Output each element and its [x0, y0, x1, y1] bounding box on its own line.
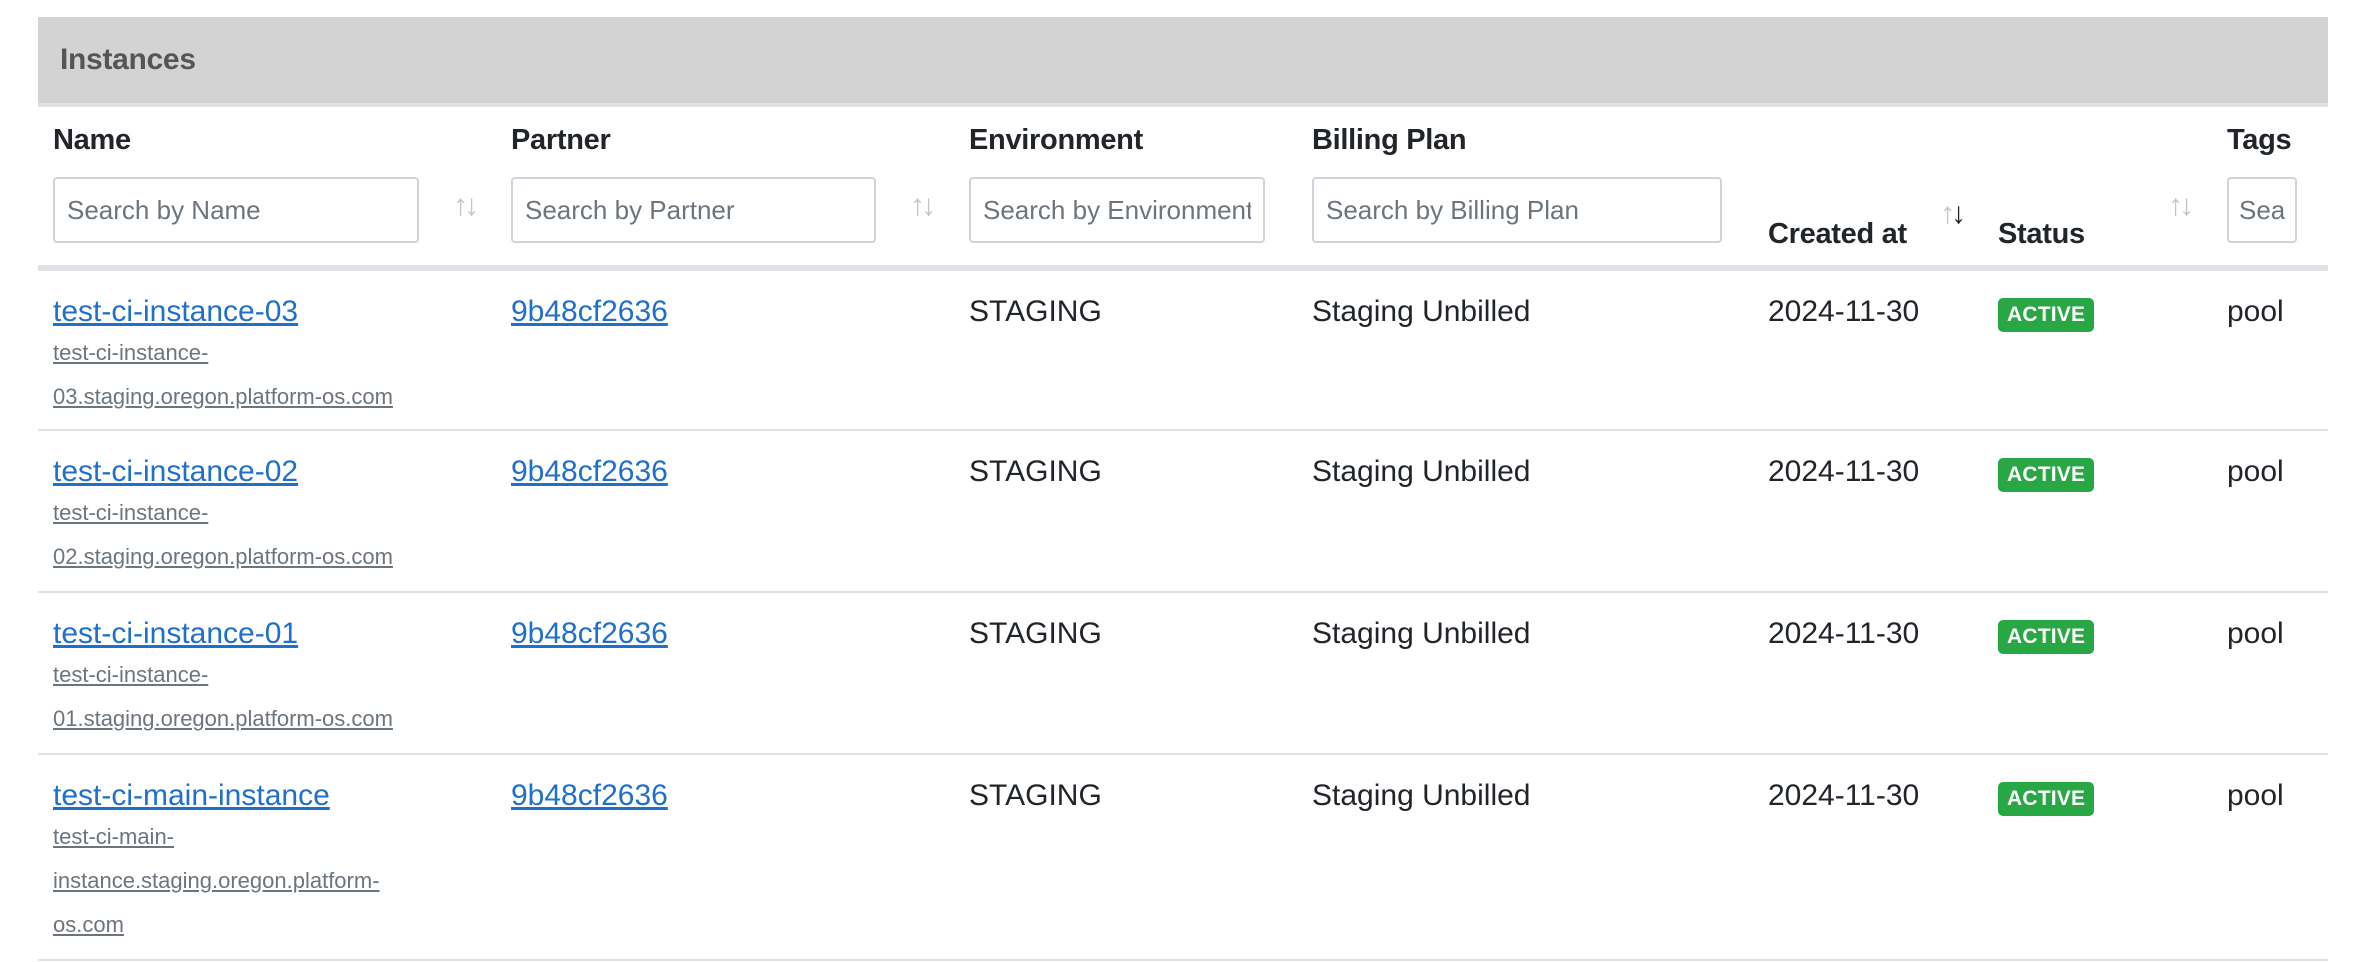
instance-name-link[interactable]: test-ci-instance-02	[53, 455, 298, 488]
column-label-partner: Partner	[511, 124, 611, 156]
table-row: test-ci-instance-01 test-ci-instance- 01.…	[38, 592, 2328, 755]
partner-link[interactable]: 9b48cf2636	[511, 779, 668, 812]
column-label-created-at[interactable]: Created at	[1768, 218, 1907, 251]
column-billing-plan: Billing Plan	[1297, 107, 1753, 271]
host-part: instance.staging.oregon.platform-	[53, 868, 380, 893]
sort-name-button[interactable]: ↑↓	[453, 189, 479, 222]
sort-up-icon: ↑	[910, 189, 925, 222]
column-label-status[interactable]: Status	[1998, 218, 2085, 251]
table-row: test-ci-main-instance test-ci-main-insta…	[38, 754, 2328, 961]
sort-partner-button[interactable]: ↑↓	[910, 189, 936, 222]
table-row: test-ci-instance-03 test-ci-instance- 03.…	[38, 268, 2328, 431]
column-label-environment: Environment	[969, 124, 1143, 156]
cell-partner: 9b48cf2636	[496, 592, 954, 755]
partner-link[interactable]: 9b48cf2636	[511, 295, 668, 328]
host-part: 01.staging.oregon.platform-os.com	[53, 706, 393, 731]
cell-billing-plan: Staging Unbilled	[1297, 268, 1753, 431]
sort-up-icon: ↑	[453, 189, 468, 222]
cell-partner: 9b48cf2636	[496, 268, 954, 431]
cell-environment: STAGING	[954, 430, 1297, 593]
search-partner-input[interactable]	[511, 177, 876, 243]
instances-table: Name ↑↓ Partner ↑↓ Environment Billing P…	[38, 107, 2328, 961]
instance-host-link[interactable]: test-ci-main-instance.staging.oregon.pla…	[53, 815, 453, 947]
column-partner: Partner ↑↓	[496, 107, 954, 271]
host-part: test-ci-instance-	[53, 340, 209, 365]
host-part: test-ci-instance-	[53, 662, 209, 687]
instance-host-link[interactable]: test-ci-instance- 01.staging.oregon.platf…	[53, 653, 453, 741]
cell-billing-plan: Staging Unbilled	[1297, 430, 1753, 593]
host-part: 03.staging.oregon.platform-os.com	[53, 384, 393, 409]
cell-billing-plan: Staging Unbilled	[1297, 592, 1753, 755]
cell-name: test-ci-main-instance test-ci-main-insta…	[38, 754, 496, 961]
instances-card: Instances Name ↑↓ Partner ↑↓ Environment	[38, 17, 2328, 961]
status-badge: ACTIVE	[1998, 620, 2095, 654]
cell-partner: 9b48cf2636	[496, 430, 954, 593]
cell-created-at: 2024-11-30	[1753, 268, 1983, 431]
sort-down-icon: ↓	[2179, 189, 2194, 222]
column-tags: Tags	[2212, 107, 2328, 271]
cell-billing-plan: Staging Unbilled	[1297, 754, 1753, 961]
cell-environment: STAGING	[954, 754, 1297, 961]
column-status: Status ↑↓	[1983, 107, 2212, 271]
sort-down-icon: ↓	[464, 189, 479, 222]
column-environment: Environment	[954, 107, 1297, 271]
partner-link[interactable]: 9b48cf2636	[511, 455, 668, 488]
column-label-name: Name	[53, 124, 131, 156]
status-badge: ACTIVE	[1998, 458, 2095, 492]
sort-up-icon: ↑	[2168, 189, 2183, 222]
host-part: test-ci-instance-	[53, 500, 209, 525]
column-name: Name ↑↓	[38, 107, 496, 271]
cell-environment: STAGING	[954, 592, 1297, 755]
column-label-billing-plan: Billing Plan	[1312, 124, 1467, 156]
table-header-row: Name ↑↓ Partner ↑↓ Environment Billing P…	[38, 107, 2328, 271]
table-row: test-ci-instance-02 test-ci-instance- 02.…	[38, 430, 2328, 593]
sort-created-at-button[interactable]: ↑↓	[1940, 197, 1966, 230]
partner-link[interactable]: 9b48cf2636	[511, 617, 668, 650]
host-part: test-ci-main-	[53, 824, 175, 849]
instance-host-link[interactable]: test-ci-instance- 03.staging.oregon.platf…	[53, 331, 453, 419]
search-environment-input[interactable]	[969, 177, 1265, 243]
cell-status: ACTIVE	[1983, 430, 2212, 593]
sort-up-icon: ↑	[1940, 197, 1955, 230]
search-name-input[interactable]	[53, 177, 419, 243]
sort-down-icon: ↓	[1951, 197, 1966, 230]
cell-status: ACTIVE	[1983, 592, 2212, 755]
cell-created-at: 2024-11-30	[1753, 754, 1983, 961]
cell-created-at: 2024-11-30	[1753, 592, 1983, 755]
cell-tags: pool	[2212, 592, 2328, 755]
instance-name-link[interactable]: test-ci-instance-03	[53, 295, 298, 328]
cell-environment: STAGING	[954, 268, 1297, 431]
cell-name: test-ci-instance-03 test-ci-instance- 03.…	[38, 268, 496, 431]
cell-created-at: 2024-11-30	[1753, 430, 1983, 593]
cell-tags: pool	[2212, 430, 2328, 593]
page-title: Instances	[60, 43, 196, 76]
column-created-at: Created at ↑↓	[1753, 107, 1983, 271]
cell-status: ACTIVE	[1983, 754, 2212, 961]
host-part: os.com	[53, 912, 124, 937]
column-label-tags: Tags	[2227, 124, 2292, 156]
instance-name-link[interactable]: test-ci-instance-01	[53, 617, 298, 650]
host-part: 02.staging.oregon.platform-os.com	[53, 544, 393, 569]
cell-name: test-ci-instance-01 test-ci-instance- 01.…	[38, 592, 496, 755]
cell-partner: 9b48cf2636	[496, 754, 954, 961]
search-tags-input[interactable]	[2227, 177, 2297, 243]
status-badge: ACTIVE	[1998, 782, 2095, 816]
card-header: Instances	[38, 17, 2328, 107]
sort-down-icon: ↓	[921, 189, 936, 222]
cell-name: test-ci-instance-02 test-ci-instance- 02.…	[38, 430, 496, 593]
instance-host-link[interactable]: test-ci-instance- 02.staging.oregon.platf…	[53, 491, 453, 579]
cell-status: ACTIVE	[1983, 268, 2212, 431]
cell-tags: pool	[2212, 754, 2328, 961]
instance-name-link[interactable]: test-ci-main-instance	[53, 779, 330, 812]
sort-status-button[interactable]: ↑↓	[2168, 189, 2194, 222]
cell-tags: pool	[2212, 268, 2328, 431]
search-billing-plan-input[interactable]	[1312, 177, 1722, 243]
status-badge: ACTIVE	[1998, 298, 2095, 332]
